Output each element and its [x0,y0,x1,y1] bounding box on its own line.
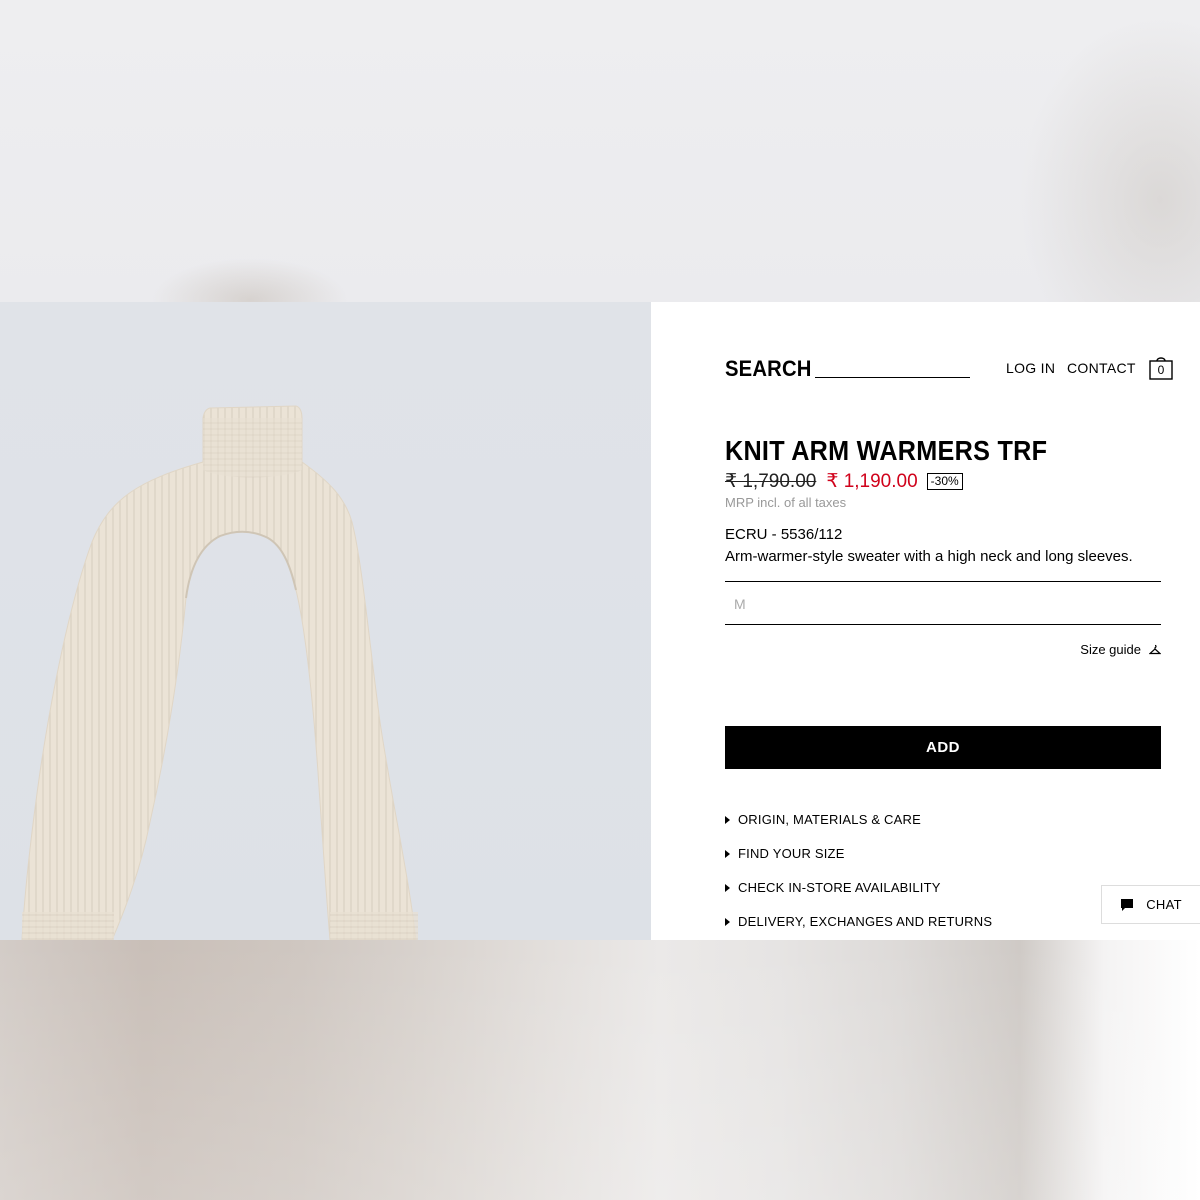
caret-right-icon [725,815,730,824]
accordion-delivery-exchanges-returns[interactable]: DELIVERY, EXCHANGES AND RETURNS [725,914,992,929]
caret-right-icon [725,883,730,892]
product-title: KNIT ARM WARMERS TRF [725,435,1048,466]
accordion-label: DELIVERY, EXCHANGES AND RETURNS [738,914,993,929]
accordion-origin-materials-care[interactable]: ORIGIN, MATERIALS & CARE [725,812,921,827]
tax-note: MRP incl. of all taxes [725,495,847,510]
accordion-label: FIND YOUR SIZE [738,846,845,861]
accordion-check-in-store-availability[interactable]: CHECK IN-STORE AVAILABILITY [725,880,941,895]
arm-warmer-photo [21,405,418,940]
chat-label: CHAT [1146,897,1182,912]
accordion-label: ORIGIN, MATERIALS & CARE [738,812,921,827]
login-link[interactable]: LOG IN [1006,360,1055,376]
size-guide-link[interactable]: Size guide [1080,642,1161,657]
price-row: ₹ 1,790.00 ₹ 1,190.00 -30% [725,470,963,493]
accordion-label: CHECK IN-STORE AVAILABILITY [738,880,941,895]
product-details-panel: SEARCH LOG IN CONTACT 0 KNIT ARM WARMERS… [651,302,1200,940]
add-to-cart-button[interactable]: ADD [725,726,1161,769]
product-page-screenshot: SEARCH LOG IN CONTACT 0 KNIT ARM WARMERS… [0,302,1200,940]
selected-size: M [734,596,746,612]
cart-count: 0 [1157,363,1165,377]
blurred-backdrop-top [0,0,1200,302]
discount-badge: -30% [926,473,963,490]
color-reference: ECRU - 5536/112 [725,526,843,543]
accordion-find-your-size[interactable]: FIND YOUR SIZE [725,846,845,861]
search-label[interactable]: SEARCH [725,356,812,382]
blurred-backdrop-bottom [0,940,1200,1200]
search-input[interactable] [815,362,970,378]
size-selector[interactable]: M [725,581,1161,625]
caret-right-icon [725,849,730,858]
product-description: Arm-warmer-style sweater with a high nec… [725,548,1133,565]
contact-link[interactable]: CONTACT [1067,360,1136,376]
product-image [0,302,651,940]
caret-right-icon [725,917,730,926]
chat-bubble-icon [1121,898,1134,911]
size-guide-label: Size guide [1080,642,1141,657]
chat-button[interactable]: CHAT [1101,885,1200,924]
cart-button[interactable]: 0 [1149,356,1173,380]
original-price: ₹ 1,790.00 [725,471,817,492]
sale-price: ₹ 1,190.00 [826,471,918,492]
hanger-icon [1149,644,1161,654]
